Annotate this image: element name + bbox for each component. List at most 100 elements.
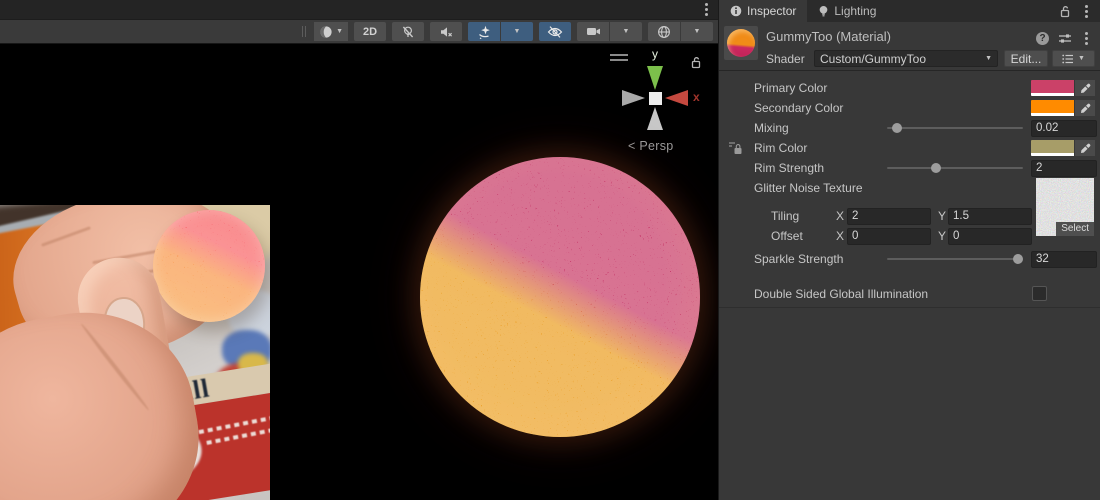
tab-lighting-label: Lighting [834, 4, 877, 18]
rim-color-swatch[interactable] [1031, 140, 1075, 156]
property-row-mixing: Mixing 0.02 [719, 118, 1100, 138]
rim-strength-slider[interactable] [887, 158, 1023, 178]
rim-strength-label: Rim Strength [754, 161, 825, 175]
property-row-double-sided-gi: Double Sided Global Illumination [719, 284, 1100, 304]
property-row-primary-color: Primary Color [719, 78, 1100, 98]
dropdown-arrow-icon: ▼ [336, 28, 343, 35]
offset-y-label: Y [938, 229, 947, 243]
slider-handle[interactable] [892, 123, 903, 133]
effects-sparkle-icon [477, 25, 492, 39]
gizmo-y-label: y [652, 47, 658, 61]
offset-y-input[interactable]: 0 [948, 228, 1032, 245]
camera-dropdown-button[interactable]: ▼ [610, 22, 642, 41]
offset-label: Offset [771, 229, 803, 243]
offset-x-input[interactable]: 0 [847, 228, 931, 245]
tab-inspector-label: Inspector [747, 4, 797, 18]
scene-view-pane: ▼ 2D ▼ ▼ ▼ y x < Persp all [0, 0, 718, 500]
presets-icon[interactable] [1058, 32, 1072, 45]
secondary-color-label: Secondary Color [754, 101, 844, 115]
eyedropper-icon[interactable] [1074, 80, 1095, 96]
gizmo-persp-label[interactable]: < Persp [628, 139, 674, 153]
primary-color-field[interactable] [1031, 80, 1095, 96]
2d-toggle-button[interactable]: 2D [354, 22, 386, 41]
secondary-color-field[interactable] [1031, 100, 1095, 116]
gizmo-y-axis-cone[interactable] [647, 66, 663, 90]
shader-list-dropdown-button[interactable]: ▼ [1052, 50, 1095, 67]
effects-toggle-button[interactable] [468, 22, 500, 41]
shader-dropdown[interactable]: Custom/GummyToo ▼ [814, 50, 998, 67]
alpha-bar [1031, 93, 1075, 96]
offset-x-label: X [836, 229, 845, 243]
eye-slash-icon [547, 25, 563, 39]
orientation-gizmo[interactable]: y x < Persp [600, 47, 718, 158]
double-sided-gi-checkbox[interactable] [1032, 286, 1047, 301]
help-icon[interactable]: ? [1036, 32, 1049, 45]
scene-view-toolbar: ▼ 2D ▼ ▼ ▼ [0, 19, 718, 44]
overlay-handle-icon[interactable] [610, 54, 628, 64]
gizmo-neg-y-axis-cone[interactable] [647, 107, 663, 130]
speaker-muted-icon [439, 25, 454, 39]
eyedropper-icon[interactable] [1074, 140, 1095, 156]
shader-edit-label: Edit... [1010, 51, 1042, 66]
eyedropper-icon[interactable] [1074, 100, 1095, 116]
dropdown-arrow-icon: ▼ [1078, 55, 1085, 62]
light-off-icon [401, 25, 415, 39]
scene-lighting-toggle-button[interactable] [392, 22, 424, 41]
tiling-x-input[interactable]: 2 [847, 208, 931, 225]
mixing-slider[interactable] [887, 118, 1023, 138]
mixing-value-field[interactable]: 0.02 [1031, 120, 1097, 137]
shader-label: Shader [766, 52, 805, 66]
gizmo-x-axis-cone[interactable] [665, 90, 688, 106]
gizmo-center-cube[interactable] [649, 92, 662, 105]
slider-handle[interactable] [1013, 254, 1023, 264]
alpha-bar [1031, 113, 1075, 116]
property-override-lock-icon[interactable] [728, 141, 744, 155]
inspector-menu-kebab-icon[interactable] [1081, 3, 1092, 20]
sparkle-strength-slider[interactable] [887, 249, 1023, 269]
rim-color-field[interactable] [1031, 140, 1095, 156]
rim-color-label: Rim Color [754, 141, 808, 155]
slider-handle[interactable] [931, 163, 942, 173]
camera-icon [586, 25, 601, 38]
info-icon [730, 5, 742, 17]
camera-settings-button[interactable] [577, 22, 609, 41]
sparkle-strength-value-field[interactable]: 32 [1031, 251, 1097, 268]
gizmos-button[interactable] [648, 22, 680, 41]
property-row-offset: Offset X 0 Y 0 [719, 226, 1100, 246]
tab-lighting[interactable]: Lighting [807, 0, 887, 22]
inspector-unlock-icon[interactable] [1059, 5, 1071, 18]
gizmos-dropdown-button[interactable]: ▼ [681, 22, 713, 41]
glitter-texture-label: Glitter Noise Texture [754, 181, 863, 195]
material-menu-kebab-icon[interactable] [1081, 30, 1092, 47]
alpha-bar [1031, 153, 1075, 156]
toolbar-separator [302, 26, 307, 37]
primary-color-swatch[interactable] [1031, 80, 1075, 96]
tiling-y-label: Y [938, 209, 947, 223]
slider-track [887, 258, 1023, 260]
primary-color-label: Primary Color [754, 81, 828, 95]
slider-track [887, 127, 1023, 129]
gizmo-unlock-icon[interactable] [690, 56, 702, 69]
gizmo-globe-icon [657, 25, 671, 39]
scene-menu-kebab-icon[interactable] [701, 1, 712, 18]
tab-inspector[interactable]: Inspector [719, 0, 808, 22]
shader-edit-button[interactable]: Edit... [1004, 50, 1048, 67]
secondary-color-swatch[interactable] [1031, 100, 1075, 116]
section-divider [719, 307, 1100, 308]
property-row-rim-strength: Rim Strength 2 [719, 158, 1100, 178]
gizmo-neg-x-axis-cone[interactable] [622, 90, 645, 106]
material-preview-thumbnail[interactable] [724, 26, 758, 60]
property-row-tiling: Tiling X 2 Y 1.5 [719, 206, 1100, 226]
scene-visibility-toggle-button[interactable] [539, 22, 571, 41]
audio-mute-toggle-button[interactable] [430, 22, 462, 41]
mixing-label: Mixing [754, 121, 789, 135]
draw-mode-button[interactable]: ▼ [314, 22, 348, 41]
dropdown-arrow-icon: ▼ [622, 28, 630, 35]
dropdown-arrow-icon: ▼ [693, 28, 701, 35]
inspector-tab-bar: Inspector Lighting [719, 0, 1100, 22]
inspector-panel: Inspector Lighting GummyToo (Material) ?… [718, 0, 1100, 500]
rim-strength-value-field[interactable]: 2 [1031, 160, 1097, 177]
tiling-y-input[interactable]: 1.5 [948, 208, 1032, 225]
effects-dropdown-button[interactable]: ▼ [501, 22, 533, 41]
tiling-x-label: X [836, 209, 845, 223]
